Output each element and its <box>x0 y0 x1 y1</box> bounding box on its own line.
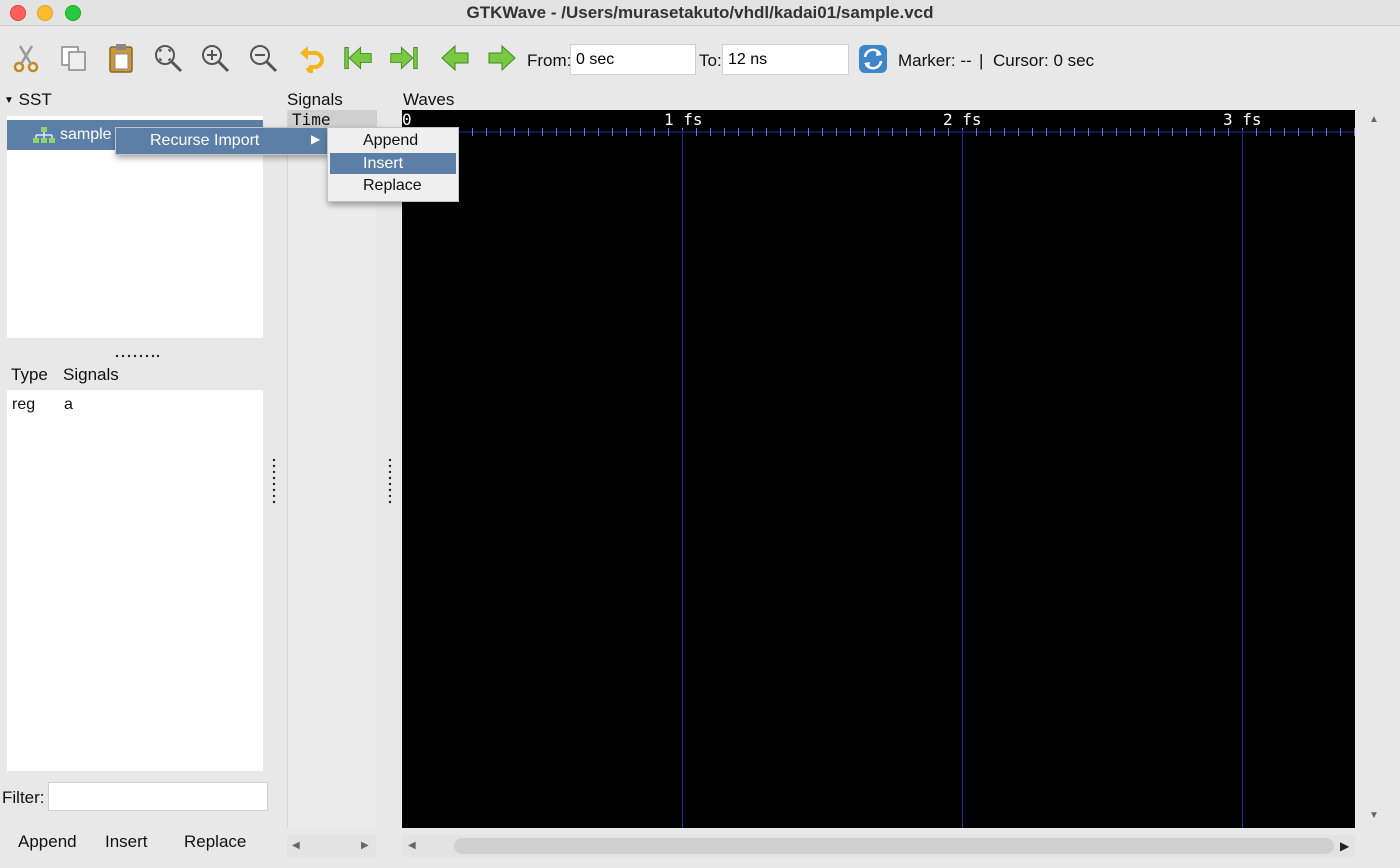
window-title: GTKWave - /Users/murasetakuto/vhdl/kadai… <box>466 3 934 22</box>
waves-vertical-scrollbar[interactable]: ▲ ▼ <box>1365 110 1385 828</box>
pane-splitter-horizontal[interactable] <box>115 346 160 358</box>
pane-splitter-vertical-left[interactable] <box>272 458 276 508</box>
context-menu: Recurse Import ▶ <box>115 127 329 155</box>
zoom-in-icon[interactable] <box>200 43 230 73</box>
cursor-readout: Cursor: 0 sec <box>993 51 1095 70</box>
sst-label: SST <box>18 90 52 109</box>
ruler-label-1fs: 1 fs <box>664 110 703 129</box>
waves-horizontal-scrollbar[interactable]: ◀ ▶ <box>402 835 1355 857</box>
reload-icon[interactable] <box>858 44 888 74</box>
filter-input[interactable] <box>48 782 268 811</box>
cut-icon[interactable] <box>11 43 41 73</box>
signals-pane[interactable]: Time <box>287 110 377 828</box>
title-bar: GTKWave - /Users/murasetakuto/vhdl/kadai… <box>0 0 1400 26</box>
submenu-item-insert[interactable]: Insert <box>330 153 456 174</box>
scrollbar-thumb[interactable] <box>454 838 1334 854</box>
waves-label: Waves <box>403 90 455 109</box>
submenu-item-replace[interactable]: Replace <box>330 175 456 197</box>
sst-header[interactable]: ▼ SST <box>4 90 52 110</box>
ruler-label-2fs: 2 fs <box>943 110 982 129</box>
grid-line-2fs <box>962 130 963 828</box>
copy-icon[interactable] <box>59 43 89 73</box>
replace-button[interactable]: Replace <box>184 832 246 852</box>
from-input[interactable] <box>570 44 696 75</box>
scroll-right-icon[interactable]: ▶ <box>1340 839 1349 853</box>
go-end-icon[interactable] <box>389 43 419 73</box>
signal-list[interactable]: reg a <box>7 390 263 771</box>
scroll-right-icon[interactable]: ▶ <box>361 840 369 851</box>
paste-icon[interactable] <box>106 43 136 73</box>
append-button[interactable]: Append <box>18 832 77 852</box>
time-ruler-ticks <box>402 128 1355 136</box>
signal-type: reg <box>12 396 36 413</box>
scroll-left-icon[interactable]: ◀ <box>292 840 300 851</box>
scroll-left-icon[interactable]: ◀ <box>408 840 416 851</box>
grid-line-3fs <box>1242 130 1243 828</box>
disclosure-triangle-icon[interactable]: ▼ <box>4 95 14 106</box>
insert-button[interactable]: Insert <box>105 832 148 852</box>
menu-item-label: Recurse Import <box>150 132 260 149</box>
waves-canvas[interactable]: 0 1 fs 2 fs 3 fs <box>402 110 1355 828</box>
zoom-out-icon[interactable] <box>248 43 278 73</box>
scroll-down-icon[interactable]: ▼ <box>1369 810 1379 821</box>
signals-horizontal-scrollbar[interactable]: ◀ ▶ <box>287 835 376 857</box>
signal-row[interactable]: reg a <box>7 396 263 420</box>
submenu-item-append[interactable]: Append <box>330 130 456 152</box>
filter-label: Filter: <box>2 788 45 807</box>
marker-readout: Marker: -- <box>898 51 972 70</box>
signal-name: a <box>64 396 73 413</box>
signals-pane-label: Signals <box>287 90 343 109</box>
menu-item-recurse-import[interactable]: Recurse Import ▶ <box>116 128 328 154</box>
grid-line-1fs <box>682 130 683 828</box>
submenu-arrow-icon: ▶ <box>311 132 321 146</box>
sst-tree-item-label: sample <box>60 126 112 143</box>
go-begin-icon[interactable] <box>343 43 373 73</box>
scroll-up-icon[interactable]: ▲ <box>1369 114 1379 125</box>
hierarchy-icon <box>33 126 55 149</box>
go-back-icon[interactable] <box>440 43 470 73</box>
to-input[interactable] <box>722 44 849 75</box>
undo-icon[interactable] <box>297 43 327 73</box>
pane-splitter-vertical-right[interactable] <box>388 458 392 508</box>
ruler-label-3fs: 3 fs <box>1223 110 1262 129</box>
zoom-fit-icon[interactable] <box>153 43 183 73</box>
to-label: To: <box>699 51 722 70</box>
submenu: Append Insert Replace <box>327 127 459 202</box>
go-forward-icon[interactable] <box>487 43 517 73</box>
type-column-header[interactable]: Type <box>11 365 48 385</box>
toolbar-separator: | <box>979 51 984 70</box>
from-label: From: <box>527 51 572 70</box>
signals-column-header[interactable]: Signals <box>63 365 119 385</box>
